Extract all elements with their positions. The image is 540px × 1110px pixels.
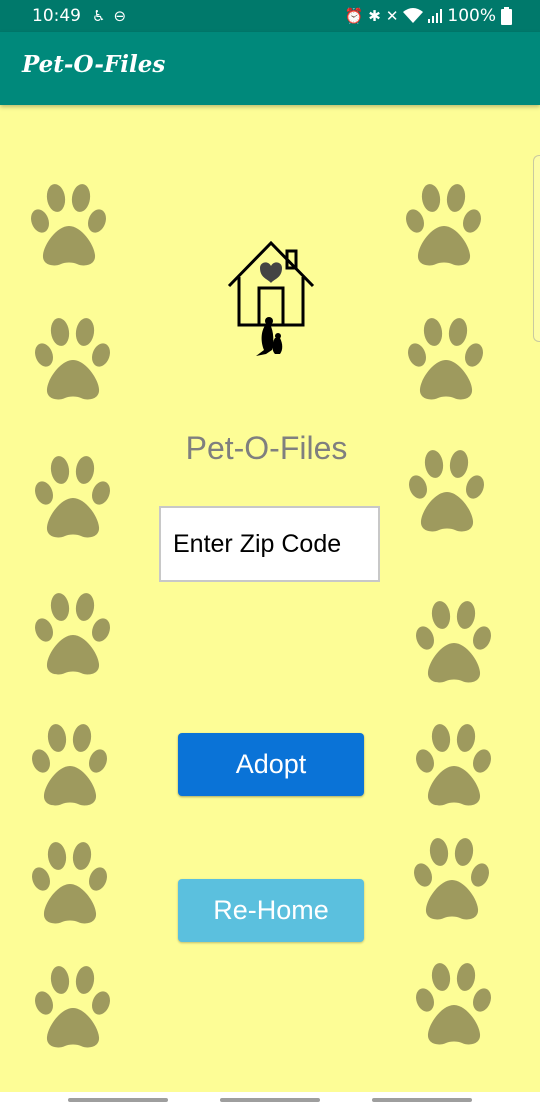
rehome-button[interactable]: Re-Home <box>178 879 364 942</box>
battery-percent: 100% <box>447 6 496 26</box>
paw-print-icon <box>404 178 484 268</box>
mute-icon: ✕ <box>385 7 399 25</box>
app-name-heading: Pet-O-Files <box>185 430 348 466</box>
status-bar: 10:49 ♿ ⊖ ⏰ ✱ ✕ 100% <box>0 0 540 32</box>
paw-print-icon <box>33 312 113 402</box>
battery-icon <box>501 7 512 25</box>
status-time: 10:49 <box>32 6 81 26</box>
adopt-button[interactable]: Adopt <box>178 733 364 796</box>
paw-print-icon <box>412 832 492 922</box>
zip-code-input[interactable] <box>159 506 380 582</box>
nav-home-hint[interactable] <box>220 1098 320 1102</box>
paw-print-icon <box>414 957 494 1047</box>
nav-left-hint[interactable] <box>68 1098 168 1102</box>
paw-print-icon <box>414 595 494 685</box>
signal-icon <box>428 9 443 23</box>
paw-print-icon <box>33 587 113 677</box>
scroll-indicator[interactable] <box>533 155 540 342</box>
wifi-icon <box>403 8 424 23</box>
paw-print-icon <box>33 960 113 1050</box>
paw-print-icon <box>406 312 486 402</box>
paw-print-icon <box>30 718 110 808</box>
bluetooth-icon: ✱ <box>368 7 381 25</box>
do-not-disturb-icon: ⊖ <box>113 7 127 25</box>
house-heart-pets-icon <box>227 240 315 356</box>
alarm-icon: ⏰ <box>344 7 364 25</box>
app-bar-title: Pet-O-Files <box>22 51 166 78</box>
paw-print-icon <box>30 836 110 926</box>
paw-print-icon <box>29 178 109 268</box>
app-bar: Pet-O-Files <box>0 32 540 105</box>
status-left-icons: ♿ ⊖ <box>92 6 126 26</box>
nav-right-hint[interactable] <box>372 1098 472 1102</box>
accessibility-icon: ♿ <box>92 7 106 25</box>
gesture-navigation-bar <box>0 1092 540 1110</box>
paw-print-icon <box>414 718 494 808</box>
status-right-icons: ⏰ ✱ ✕ 100% <box>345 6 512 26</box>
